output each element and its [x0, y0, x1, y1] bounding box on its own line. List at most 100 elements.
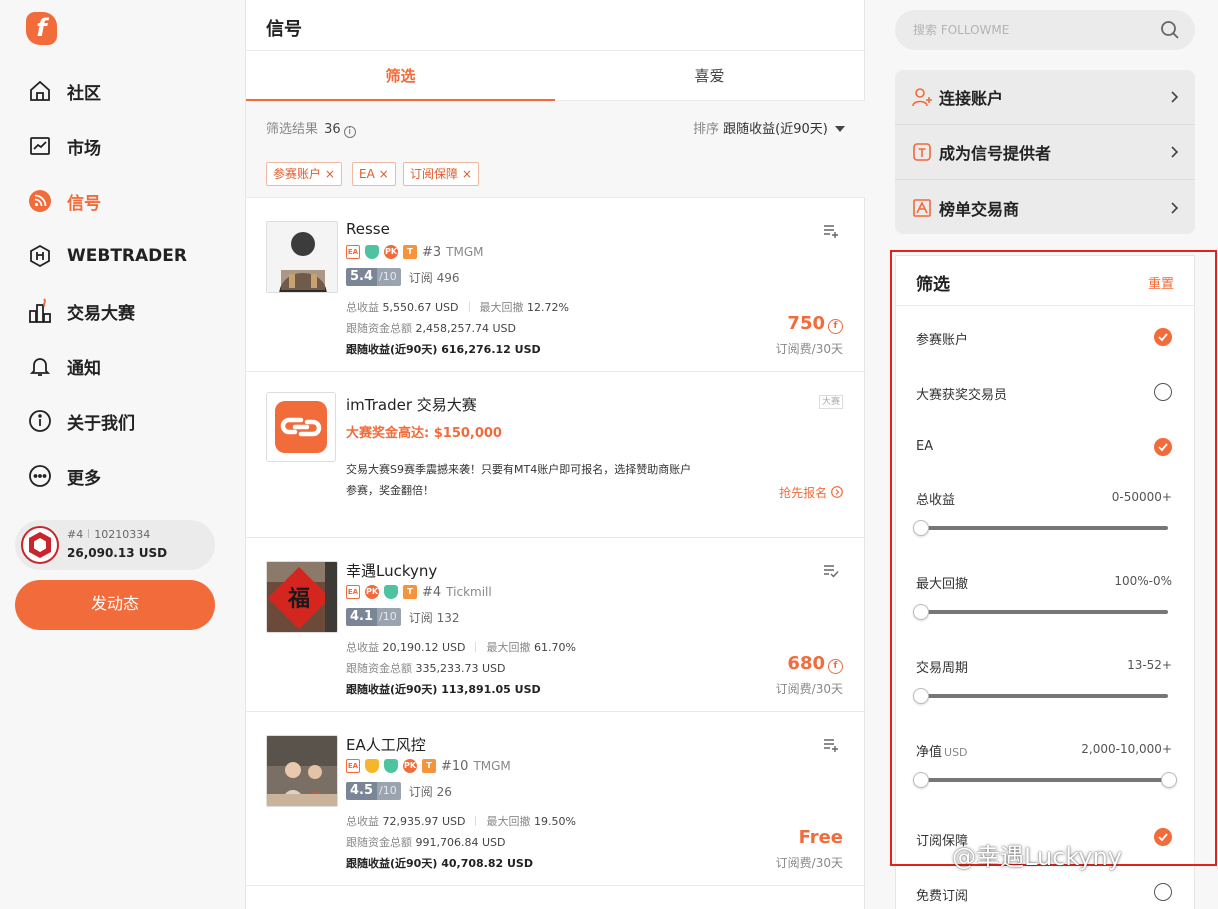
- score-max: /10: [377, 782, 401, 800]
- user-add-icon: [912, 88, 932, 107]
- trader-name[interactable]: Resse: [346, 220, 390, 238]
- register-link[interactable]: 抢先报名: [779, 484, 843, 501]
- badge-row: EA PK T #3 TMGM: [346, 244, 484, 260]
- stat-label: 总收益: [346, 641, 379, 654]
- filter-result: 筛选结果 36 i: [266, 118, 356, 138]
- more-icon: [26, 462, 54, 490]
- follow-funds: 2,458,257.74 USD: [415, 322, 516, 335]
- post-update-button[interactable]: 发动态: [15, 580, 215, 630]
- nav-item-competition[interactable]: 交易大赛: [26, 296, 226, 326]
- sort-dropdown[interactable]: 排序 跟随收益(近90天): [693, 118, 845, 137]
- link-ranked-brokers[interactable]: 榜单交易商: [895, 180, 1195, 234]
- range-label: 最大回撤: [916, 577, 969, 592]
- price-value: 680: [787, 653, 825, 674]
- add-to-list-icon[interactable]: [823, 224, 839, 238]
- ea-radio[interactable]: [1154, 438, 1172, 456]
- trading-period-slider[interactable]: [922, 694, 1168, 698]
- filter-tag-guarantee[interactable]: 订阅保障 ×: [403, 162, 479, 186]
- signal-card[interactable]: EA人工风控 EA PK T #10 TMGM 4.5/10 订阅 26 总收益…: [246, 712, 865, 886]
- subscriber-value: 132: [436, 610, 460, 625]
- equity-slider[interactable]: [922, 778, 1168, 782]
- user-rank: #4: [67, 528, 84, 541]
- user-balance: 26,090.13 USD: [67, 546, 168, 560]
- max-drawdown-slider[interactable]: [922, 610, 1168, 614]
- shield-badge-icon: [365, 245, 379, 259]
- nav-label: 信号: [67, 193, 101, 214]
- user-account-card[interactable]: #4 10210334 26,090.13 USD: [15, 520, 215, 570]
- chart-icon: [26, 132, 54, 160]
- nav-label: 市场: [67, 138, 101, 159]
- trading-period-slider-handle[interactable]: [913, 688, 929, 704]
- range-equity-label: 净值 USD: [916, 741, 968, 760]
- search-icon[interactable]: [1160, 20, 1180, 40]
- subscriber-value: 26: [436, 784, 452, 799]
- reset-button[interactable]: 重置: [1148, 273, 1174, 292]
- free-subscription-radio[interactable]: [1154, 883, 1172, 901]
- filter-tag-contest[interactable]: 参赛账户 ×: [266, 162, 342, 186]
- link-label: 成为信号提供者: [939, 144, 1052, 163]
- watermark: @幸遇Luckyny: [952, 843, 1123, 871]
- info-icon[interactable]: i: [343, 126, 356, 138]
- promo-description: 交易大赛S9赛季震撼来袭！只要有MT4账户即可报名，选择赞助商账户参赛，奖金翻倍…: [346, 463, 692, 497]
- nav-item-signals[interactable]: 信号: [26, 186, 226, 216]
- trader-avatar: [266, 221, 338, 293]
- trader-name[interactable]: EA人工风控: [346, 734, 426, 755]
- subscriber-count: 订阅 496: [409, 269, 460, 286]
- trader-rank: #4: [422, 584, 442, 600]
- nav-item-more[interactable]: 更多: [26, 461, 226, 491]
- score-row: 4.1/10 订阅 132: [346, 608, 459, 626]
- followme-logo-icon[interactable]: f: [26, 12, 57, 45]
- option-ea: EA: [916, 439, 934, 454]
- link-connect-account[interactable]: 连接账户: [895, 70, 1195, 125]
- subscriber-count: 订阅 132: [409, 609, 460, 626]
- total-profit-slider[interactable]: [922, 526, 1168, 530]
- added-to-list-icon[interactable]: [823, 564, 839, 578]
- promo-title[interactable]: imTrader 交易大赛: [346, 394, 477, 415]
- sort-value: 跟随收益(近90天): [723, 122, 828, 137]
- total-profit: 5,550.67 USD: [382, 301, 459, 314]
- quick-links: 连接账户 成为信号提供者 榜单交易商: [895, 70, 1195, 234]
- subscriber-value: 496: [436, 270, 460, 285]
- contest-account-radio[interactable]: [1154, 328, 1172, 346]
- equity-slider-min-handle[interactable]: [913, 772, 929, 788]
- t-badge-icon: T: [403, 585, 417, 599]
- max-drawdown: 19.50%: [533, 815, 576, 828]
- award-trader-radio[interactable]: [1154, 383, 1172, 401]
- price-period: 订阅费/30天: [775, 682, 843, 696]
- pk-badge-icon: PK: [403, 759, 417, 773]
- filter-result-count: 36: [324, 122, 341, 137]
- nav-item-about[interactable]: 关于我们: [26, 406, 226, 436]
- max-drawdown-slider-handle[interactable]: [913, 604, 929, 620]
- nav-label: 通知: [67, 358, 101, 379]
- stat-label: 总收益: [346, 301, 379, 314]
- subscription-price: 750 f: [787, 313, 843, 334]
- signal-card[interactable]: 福 幸遇Luckyny EA PK T #4 Tickmill 4.1/10 订…: [246, 538, 865, 712]
- divider: [896, 305, 1194, 306]
- signal-card[interactable]: Resse EA PK T #3 TMGM 5.4/10 订阅 496 总收益 …: [246, 198, 865, 372]
- nav-item-community[interactable]: 社区: [26, 76, 226, 106]
- nav-item-market[interactable]: 市场: [26, 131, 226, 161]
- pk-badge-icon: PK: [384, 245, 398, 259]
- add-to-list-icon[interactable]: [823, 738, 839, 752]
- range-total-profit-label: 总收益: [916, 489, 955, 508]
- link-become-provider[interactable]: 成为信号提供者: [895, 125, 1195, 180]
- nav-item-notifications[interactable]: 通知: [26, 351, 226, 381]
- user-account-number: 10210334: [94, 528, 151, 541]
- subscription-guarantee-radio[interactable]: [1154, 828, 1172, 846]
- total-profit-slider-handle[interactable]: [913, 520, 929, 536]
- equity-slider-max-handle[interactable]: [1161, 772, 1177, 788]
- tab-favorites[interactable]: 喜爱: [555, 51, 864, 101]
- trader-name[interactable]: 幸遇Luckyny: [346, 560, 437, 581]
- search-input[interactable]: [895, 10, 1195, 50]
- coin-icon: f: [828, 659, 843, 674]
- stat-label: 跟随收益(近90天): [346, 683, 438, 696]
- arrow-circle-icon: [831, 486, 843, 498]
- link-label: 连接账户: [939, 89, 1004, 108]
- range-max-drawdown-value: 100%-0%: [1114, 574, 1172, 588]
- tab-filter[interactable]: 筛选: [246, 51, 555, 101]
- link-label: 榜单交易商: [939, 199, 1020, 219]
- stat-funds: 跟随资金总额 335,233.73 USD: [346, 660, 505, 676]
- filter-tag-ea[interactable]: EA ×: [352, 162, 396, 186]
- nav-item-webtrader[interactable]: WEBTRADER: [26, 241, 226, 271]
- promo-card[interactable]: imTrader 交易大赛 大赛 大赛奖金高达: $150,000 交易大赛S9…: [246, 372, 865, 538]
